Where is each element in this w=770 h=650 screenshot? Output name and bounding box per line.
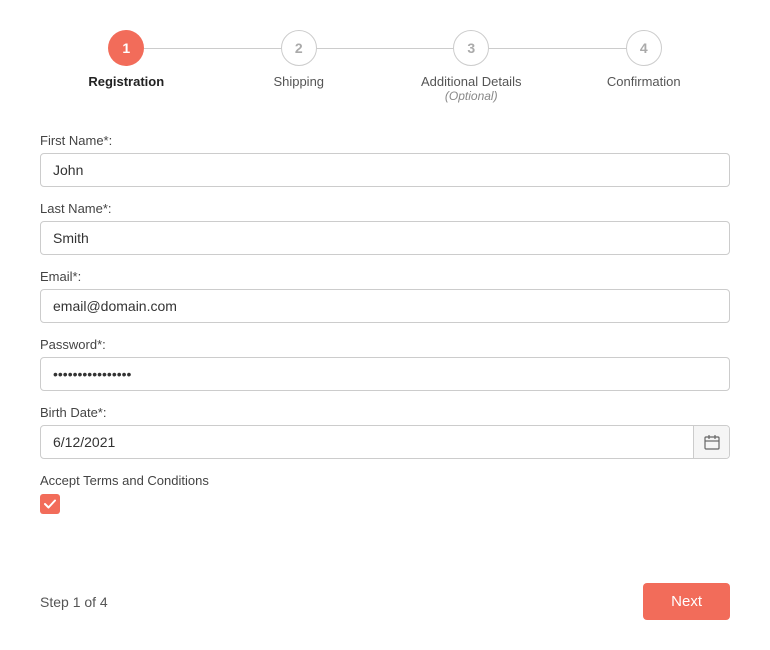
date-input-wrapper <box>40 425 730 459</box>
birthdate-label: Birth Date*: <box>40 405 730 420</box>
terms-label: Accept Terms and Conditions <box>40 473 730 488</box>
stepper: 1 Registration 2 Shipping 3 Additional D… <box>40 30 730 103</box>
email-group: Email*: <box>40 269 730 323</box>
form-container: First Name*: Last Name*: Email*: Passwor… <box>40 133 730 620</box>
step-indicator: Step 1 of 4 <box>40 594 108 610</box>
step-3: 3 Additional Details (Optional) <box>385 30 558 103</box>
checkmark-icon <box>44 499 56 509</box>
step-4-circle: 4 <box>626 30 662 66</box>
calendar-icon <box>704 434 720 450</box>
next-button[interactable]: Next <box>643 583 730 620</box>
page-container: 1 Registration 2 Shipping 3 Additional D… <box>0 0 770 650</box>
step-2-circle: 2 <box>281 30 317 66</box>
terms-group: Accept Terms and Conditions <box>40 473 730 514</box>
email-input[interactable] <box>40 289 730 323</box>
email-label: Email*: <box>40 269 730 284</box>
first-name-group: First Name*: <box>40 133 730 187</box>
step-1: 1 Registration <box>40 30 213 89</box>
form-footer: Step 1 of 4 Next <box>40 573 730 620</box>
birthdate-group: Birth Date*: <box>40 405 730 459</box>
step-4: 4 Confirmation <box>558 30 731 89</box>
step-1-circle: 1 <box>108 30 144 66</box>
first-name-label: First Name*: <box>40 133 730 148</box>
step-3-label: Additional Details <box>421 74 521 89</box>
password-group: Password*: <box>40 337 730 391</box>
step-4-label: Confirmation <box>607 74 681 89</box>
step-2-label: Shipping <box>273 74 324 89</box>
last-name-input[interactable] <box>40 221 730 255</box>
password-input[interactable] <box>40 357 730 391</box>
step-2: 2 Shipping <box>213 30 386 89</box>
last-name-label: Last Name*: <box>40 201 730 216</box>
step-1-label: Registration <box>88 74 164 89</box>
password-label: Password*: <box>40 337 730 352</box>
terms-checkbox[interactable] <box>40 494 60 514</box>
last-name-group: Last Name*: <box>40 201 730 255</box>
step-3-circle: 3 <box>453 30 489 66</box>
step-3-sublabel: (Optional) <box>445 89 498 103</box>
birthdate-input[interactable] <box>40 425 730 459</box>
calendar-icon-button[interactable] <box>693 426 729 458</box>
first-name-input[interactable] <box>40 153 730 187</box>
